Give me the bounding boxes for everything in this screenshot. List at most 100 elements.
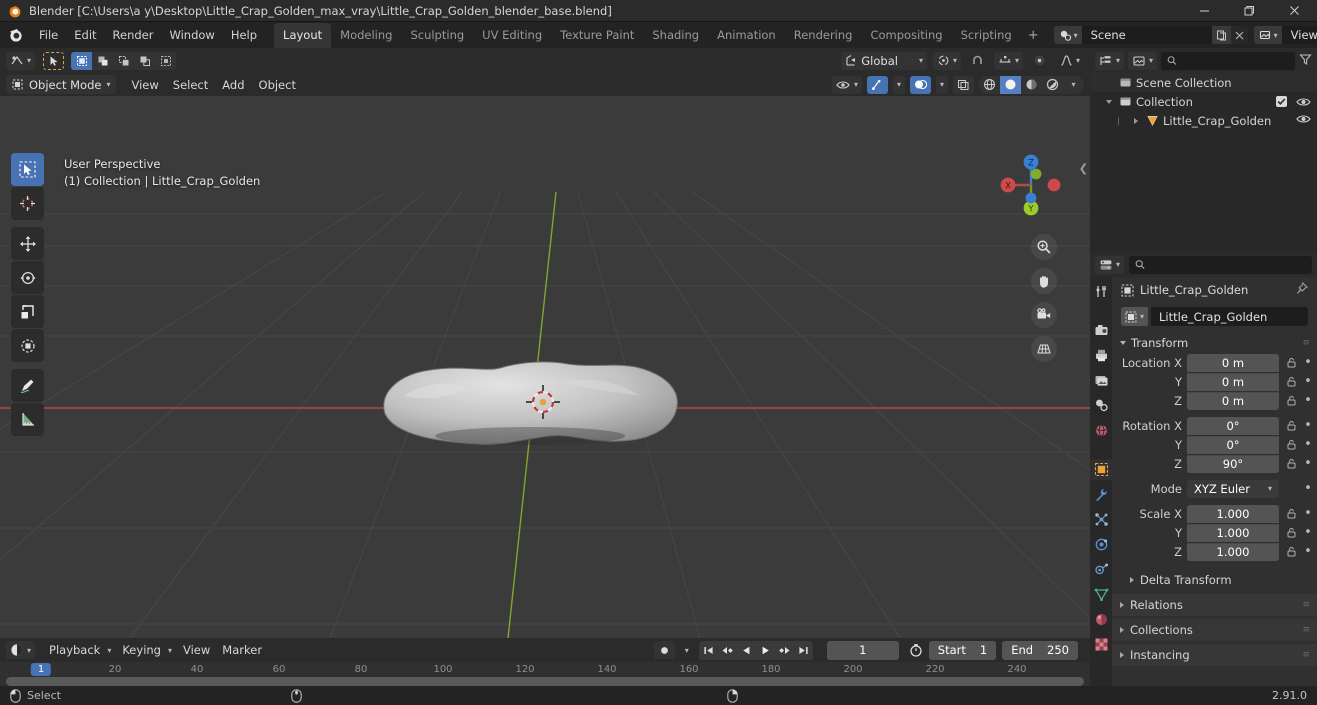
disclosure-object[interactable] [1129, 117, 1142, 124]
world-tab[interactable] [1090, 420, 1112, 441]
viewport-menu-add[interactable]: Add [215, 76, 251, 94]
play-reverse-button[interactable] [737, 641, 756, 660]
scale-tool[interactable] [11, 295, 44, 328]
minimize-button[interactable] [1182, 0, 1227, 22]
location-x-lock-icon[interactable] [1284, 357, 1298, 368]
view-layer-browse-button[interactable]: ▾ [1253, 26, 1282, 44]
collections-panel[interactable]: Collections ≡ [1112, 619, 1317, 641]
location-y-animate-dot[interactable]: • [1303, 374, 1313, 389]
location-z-animate-dot[interactable]: • [1303, 393, 1313, 408]
scene-tab[interactable] [1090, 395, 1112, 416]
select-set-button[interactable] [71, 51, 93, 70]
outliner-display-mode-button[interactable]: ▾ [1128, 51, 1158, 70]
menu-window[interactable]: Window [161, 25, 222, 45]
frame-range-fields[interactable]: Start 1 [928, 640, 997, 660]
workspace-tab-animation[interactable]: Animation [708, 23, 785, 48]
view-layer-tab[interactable] [1090, 370, 1112, 391]
end-frame-field[interactable]: End 250 [1002, 640, 1078, 660]
annotate-tool[interactable] [11, 369, 44, 402]
close-button[interactable] [1272, 0, 1317, 22]
auto-keyframe-button[interactable] [653, 641, 675, 659]
instancing-panel[interactable]: Instancing ≡ [1112, 644, 1317, 666]
disclosure-collection[interactable] [1102, 99, 1115, 104]
pin-icon[interactable] [1295, 281, 1308, 298]
properties-search-input[interactable] [1129, 255, 1312, 274]
menu-help[interactable]: Help [223, 25, 265, 45]
playhead[interactable]: 1 [30, 663, 52, 676]
scene-selector[interactable]: ▾ Scene [1053, 26, 1248, 44]
xray-toggle-button[interactable] [953, 75, 974, 94]
object-tab[interactable] [1090, 459, 1112, 480]
outliner-editor-type-button[interactable]: ▾ [1095, 51, 1125, 70]
location-x-animate-dot[interactable]: • [1303, 355, 1313, 370]
orthographic-icon[interactable] [1031, 336, 1057, 362]
select-subtract-button[interactable] [113, 52, 134, 70]
menu-edit[interactable]: Edit [66, 25, 104, 45]
rotation-z-animate-dot[interactable]: • [1303, 456, 1313, 471]
timeline-ruler[interactable]: 20 40 60 80 100 120 140 160 180 200 220 … [0, 662, 1090, 686]
gizmo-dropdown[interactable]: ▾ [892, 75, 905, 94]
editor-type-button[interactable]: ▾ [6, 51, 36, 70]
zoom-icon[interactable] [1031, 234, 1057, 260]
transform-panel-header[interactable]: Transform ≡ [1112, 332, 1317, 353]
timeline-menu-keying[interactable]: Keying [116, 641, 167, 659]
outliner-search-field[interactable] [1180, 54, 1289, 67]
pan-icon[interactable] [1031, 268, 1057, 294]
workspace-tab-shading[interactable]: Shading [643, 23, 708, 48]
scene-browse-button[interactable]: ▾ [1053, 26, 1082, 44]
workspace-tab-texture-paint[interactable]: Texture Paint [551, 23, 643, 48]
texture-tab[interactable] [1090, 634, 1112, 655]
eye-icon[interactable] [1296, 113, 1311, 125]
relations-panel[interactable]: Relations ≡ [1112, 594, 1317, 616]
workspace-tab-uv-editing[interactable]: UV Editing [473, 23, 551, 48]
view-layer-selector[interactable]: ▾ View Layer [1253, 26, 1317, 44]
shading-solid-button[interactable] [1000, 75, 1021, 94]
object-browse-button[interactable]: ▾ [1121, 307, 1149, 326]
particles-tab[interactable] [1090, 509, 1112, 530]
navigation-gizmo[interactable]: Z Y X [994, 148, 1068, 222]
rotation-mode-dropdown[interactable]: XYZ Euler ▾ [1187, 479, 1279, 498]
unlink-scene-button[interactable] [1231, 26, 1248, 44]
gizmo-toggle-button[interactable] [866, 75, 888, 94]
maximize-button[interactable] [1227, 0, 1272, 22]
workspace-tab-modeling[interactable]: Modeling [331, 23, 401, 48]
workspace-tab-scripting[interactable]: Scripting [952, 23, 1021, 48]
location-y-value[interactable]: 0 m [1187, 372, 1279, 391]
data-tab[interactable] [1090, 584, 1112, 605]
rotation-x-value[interactable]: 0° [1187, 416, 1279, 435]
blender-menu-icon[interactable] [6, 25, 26, 45]
scale-z-value[interactable]: 1.000 [1187, 542, 1279, 561]
tool-tab[interactable] [1090, 281, 1112, 302]
shading-rendered-button[interactable] [1042, 76, 1063, 94]
properties-search-field[interactable] [1149, 258, 1306, 271]
play-button[interactable] [756, 641, 775, 660]
scale-z-lock-icon[interactable] [1284, 546, 1298, 557]
constraints-tab[interactable] [1090, 559, 1112, 580]
viewport-menu-select[interactable]: Select [166, 76, 215, 94]
rotation-z-lock-icon[interactable] [1284, 458, 1298, 469]
eye-icon[interactable] [1296, 96, 1311, 108]
view-layer-name[interactable]: View Layer [1281, 26, 1317, 44]
scale-y-animate-dot[interactable]: • [1303, 525, 1313, 540]
rotation-z-value[interactable]: 90° [1187, 454, 1279, 473]
render-tab[interactable] [1090, 320, 1112, 341]
visibility-dropdown[interactable]: ▾ [831, 75, 862, 94]
menu-render[interactable]: Render [105, 25, 162, 45]
camera-icon[interactable] [1031, 302, 1057, 328]
timeline-menu-marker[interactable]: Marker [216, 641, 268, 659]
proportional-edit-button[interactable] [1029, 52, 1050, 70]
outliner-search-input[interactable] [1161, 51, 1295, 70]
timeline-menu-view[interactable]: View [177, 641, 216, 659]
shading-dropdown[interactable]: ▾ [1063, 76, 1084, 94]
use-preview-range-icon[interactable] [909, 643, 923, 657]
rotation-y-value[interactable]: 0° [1187, 435, 1279, 454]
properties-editor-type-button[interactable]: ▾ [1095, 255, 1125, 274]
snap-magnet-button[interactable] [967, 52, 988, 70]
prev-keyframe-button[interactable] [718, 641, 737, 660]
workspace-tab-rendering[interactable]: Rendering [785, 23, 862, 48]
pivot-point-dropdown[interactable]: ▾ [932, 51, 961, 70]
falloff-dropdown[interactable]: ▾ [1056, 52, 1084, 70]
rotation-y-lock-icon[interactable] [1284, 439, 1298, 450]
cursor-mode-button[interactable] [43, 51, 65, 70]
outliner-row-scene-collection[interactable]: Scene Collection [1090, 73, 1317, 92]
